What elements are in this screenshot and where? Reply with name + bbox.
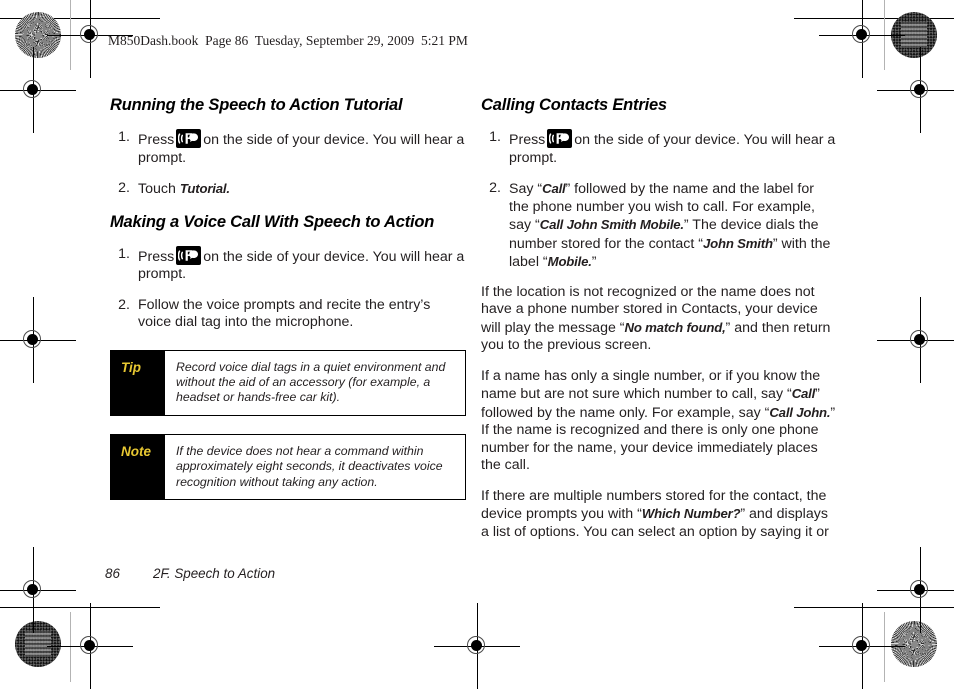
starburst-target-top-left (15, 12, 61, 58)
heading-calling-contacts-entries: Calling Contacts Entries (481, 96, 667, 114)
step-text-before: Press (509, 132, 546, 148)
trim-line-vertical-center-bottom (477, 620, 479, 682)
page-footer: 86 2F. Speech to Action (105, 566, 275, 581)
file-header-line: M850Dash.book Page 86 Tuesday, September… (108, 33, 468, 48)
weave-target-top-right (891, 12, 937, 58)
registration-mark-bottom-left-inner (47, 603, 133, 689)
trim-line-vertical-right (884, 0, 886, 70)
voice-command-icon (176, 245, 202, 265)
step-number: 2. (118, 296, 130, 313)
paragraph-segment: If a name has only a single number, or i… (481, 367, 821, 403)
callout-tag: Tip (111, 350, 165, 415)
paragraph-emphasis: Call (791, 386, 816, 401)
callout-note: Note If the device does not hear a comma… (110, 433, 466, 500)
footer-page-number: 86 (105, 566, 120, 581)
paragraph-multiple-numbers: If there are multiple numbers stored for… (481, 488, 837, 542)
step-number: 1. (489, 129, 501, 145)
paragraph-emphasis: Call John. (769, 404, 831, 420)
list-item: 2. Say “Call” followed by the name and th… (481, 180, 837, 272)
trim-line-vertical-left (70, 0, 72, 70)
paragraph-emphasis: No match found, (624, 319, 726, 335)
step-emphasis: Call (542, 181, 566, 196)
step-segment: Say “ (509, 181, 543, 197)
list-item: 2. Follow the voice prompts and recite th… (110, 297, 466, 332)
registration-mark-left-upper (0, 47, 76, 133)
voice-command-icon (176, 129, 202, 148)
footer-chapter-title: 2F. Speech to Action (153, 566, 276, 581)
step-emphasis: John Smith (703, 235, 773, 251)
registration-mark-bottom-center (434, 603, 520, 689)
callout-tag: Note (111, 434, 165, 499)
list-item: 1. Press on the side of your device. You w… (481, 129, 837, 167)
weave-target-bottom-left (15, 621, 61, 667)
registration-mark-right-lower (877, 547, 954, 633)
step-number: 2. (118, 180, 130, 196)
step-emphasis: Tutorial. (179, 181, 230, 196)
callout-tip: Tip Record voice dial tags in a quiet en… (110, 349, 466, 416)
heading-running-tutorial: Running the Speech to Action Tutorial (110, 96, 403, 114)
trim-line-vertical-left-bottom (70, 612, 72, 682)
step-text-before: Press (138, 248, 175, 265)
starburst-target-bottom-right (891, 621, 937, 667)
list-item: 2. Touch Tutorial. (110, 180, 466, 199)
steps-calling-contacts: 1. Press on the side of your device. You w… (481, 129, 837, 272)
step-text-before: Press (138, 132, 175, 148)
trim-line-vertical-right-bottom (884, 612, 886, 682)
trim-line-bottom-right (794, 607, 954, 609)
step-text-before: Touch (138, 181, 176, 197)
registration-mark-top-left-inner (47, 0, 133, 78)
step-emphasis: Call John Smith Mobile. (539, 217, 684, 232)
registration-mark-left-lower (0, 547, 76, 633)
step-number: 1. (118, 245, 130, 262)
paragraph-single-number: If a name has only a single number, or i… (481, 368, 837, 475)
trim-line-top-right (794, 18, 954, 20)
registration-mark-right-middle (877, 297, 954, 383)
registration-mark-top-right-inner (819, 0, 905, 78)
step-emphasis: Mobile. (547, 254, 592, 269)
list-item: 1. Press on the side of your device. You w… (110, 129, 466, 167)
steps-running-tutorial: 1. Press on the side of your device. You w… (110, 129, 466, 199)
callout-text: If the device does not hear a command wi… (165, 434, 465, 499)
step-segment: ” (591, 254, 597, 270)
left-column: Running the Speech to Action Tutorial 1.… (110, 96, 466, 500)
right-column: Calling Contacts Entries 1. Press on the s… (481, 96, 837, 541)
heading-making-voice-call: Making a Voice Call With Speech to Actio… (110, 212, 435, 231)
step-number: 2. (489, 180, 501, 196)
step-text-before: Follow the voice prompts and recite the … (138, 296, 431, 331)
trim-line-bottom-left (0, 607, 160, 609)
registration-mark-right-upper (877, 47, 954, 133)
callout-text: Record voice dial tags in a quiet enviro… (165, 350, 465, 415)
paragraph-no-match-found: If the location is not recognized or the… (481, 284, 837, 355)
list-item: 1. Press on the side of your device. You w… (110, 245, 466, 284)
paragraph-emphasis: Which Number? (641, 506, 741, 521)
step-number: 1. (118, 129, 130, 145)
registration-mark-bottom-right-inner (819, 603, 905, 689)
trim-line-top-left (0, 18, 160, 20)
registration-mark-left-middle (0, 297, 76, 383)
steps-making-voice-call: 1. Press on the side of your device. You w… (110, 245, 466, 332)
voice-command-icon (547, 129, 573, 148)
